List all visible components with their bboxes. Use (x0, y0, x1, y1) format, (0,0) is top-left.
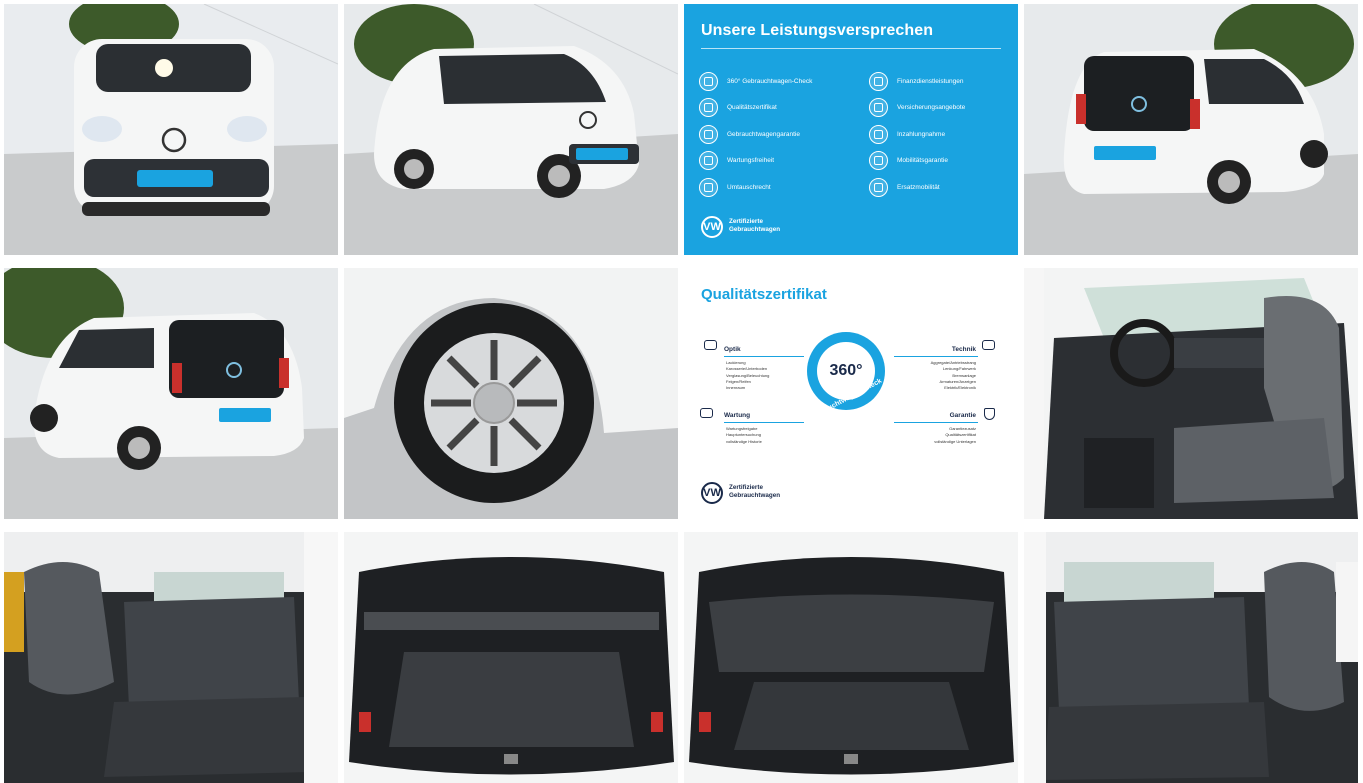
wheel-photo-icon (344, 268, 678, 519)
promise-item: Finanzdienstleistungen (869, 68, 1018, 95)
promise-title: Unsere Leistungsversprechen (701, 22, 934, 39)
vw-logo-icon: VW (701, 482, 723, 504)
promise-item: Qualitätszertifikat (699, 95, 849, 122)
promise-item: Umtauschrecht (699, 174, 849, 201)
brand-text: Zertifizierte Gebrauchtwagen (729, 484, 781, 499)
exchange-icon (699, 177, 718, 197)
photo-wheel[interactable] (344, 268, 678, 519)
photo-trunk-open[interactable] (344, 532, 678, 783)
car-icon (704, 340, 717, 350)
car-front-three-quarter-photo-icon (344, 4, 678, 255)
promise-item: Versicherungsangebote (869, 95, 1018, 122)
divider (724, 356, 804, 358)
technik-title: Technik (951, 346, 976, 353)
rear-seats-photo-icon (4, 532, 338, 783)
photo-gallery: Unsere Leistungsversprechen 360° Gebrauc… (0, 0, 1363, 783)
photo-car-rear-left[interactable] (4, 268, 338, 519)
replacement-car-icon (869, 177, 888, 197)
insurance-icon (869, 98, 888, 118)
wartung-list: Wartungsfreigabe Hauptuntersuchung volls… (726, 426, 762, 444)
engine-icon (982, 340, 995, 350)
photo-car-front-three-quarter[interactable] (344, 4, 678, 255)
promise-item: 360° Gebrauchtwagen-Check (699, 68, 849, 95)
trade-in-icon (869, 124, 888, 144)
technik-list: Aggregate/Antriebsstrang Lenkung/Fahrwer… (930, 360, 976, 391)
promise-item: Gebrauchtwagengarantie (699, 121, 849, 148)
finance-icon (869, 71, 888, 91)
photo-rear-seats-right[interactable] (1024, 532, 1358, 783)
shield-icon (699, 124, 718, 144)
mobility-icon (869, 151, 888, 171)
wrench-icon (699, 151, 718, 171)
photo-car-front[interactable] (4, 4, 338, 255)
photo-rear-seats[interactable] (4, 532, 338, 783)
photo-car-rear-three-quarter[interactable] (1024, 4, 1358, 255)
wartung-title: Wartung (724, 412, 751, 419)
service-promise-panel[interactable]: Unsere Leistungsversprechen 360° Gebrauc… (684, 4, 1018, 255)
promise-item: Inzahlungnahme (869, 121, 1018, 148)
photo-trunk-cover[interactable] (684, 532, 1018, 783)
check-icon (699, 71, 718, 91)
divider (894, 422, 978, 424)
garantie-title: Garantie (949, 412, 976, 419)
optik-list: Lackierung Karosserie/Unterboden Verglas… (726, 360, 770, 391)
promise-item: Mobilitätsgarantie (869, 148, 1018, 175)
divider (701, 48, 1001, 49)
quality-certificate-panel[interactable]: Qualitätszertifikat Optik Lackierung Kar… (684, 268, 1018, 519)
trunk-open-photo-icon (344, 532, 678, 783)
divider (894, 356, 978, 358)
vw-logo-icon: VW (701, 216, 723, 238)
tools-icon (700, 408, 713, 418)
brand-text: Zertifizierte Gebrauchtwagen (729, 218, 781, 233)
cockpit-photo-icon (1024, 268, 1358, 519)
trunk-cover-photo-icon (684, 532, 1018, 783)
shield-icon (984, 408, 995, 420)
garantie-list: Garantiezusatz Qualitätszertifikat volls… (934, 426, 976, 444)
promise-item: Ersatzmobilität (869, 174, 1018, 201)
rear-seats-right-photo-icon (1024, 532, 1358, 783)
car-rear-left-photo-icon (4, 268, 338, 519)
certificate-icon (699, 98, 718, 118)
optik-title: Optik (724, 346, 741, 353)
car-rear-three-quarter-photo-icon (1024, 4, 1358, 255)
divider (724, 422, 804, 424)
car-front-photo-icon (4, 4, 338, 255)
promise-list-right: Finanzdienstleistungen Versicherungsange… (869, 68, 1018, 201)
photo-cockpit[interactable] (1024, 268, 1358, 519)
quality-title: Qualitätszertifikat (701, 286, 827, 303)
promise-item: Wartungsfreiheit (699, 148, 849, 175)
promise-list-left: 360° Gebrauchtwagen-Check Qualitätszerti… (699, 68, 849, 201)
